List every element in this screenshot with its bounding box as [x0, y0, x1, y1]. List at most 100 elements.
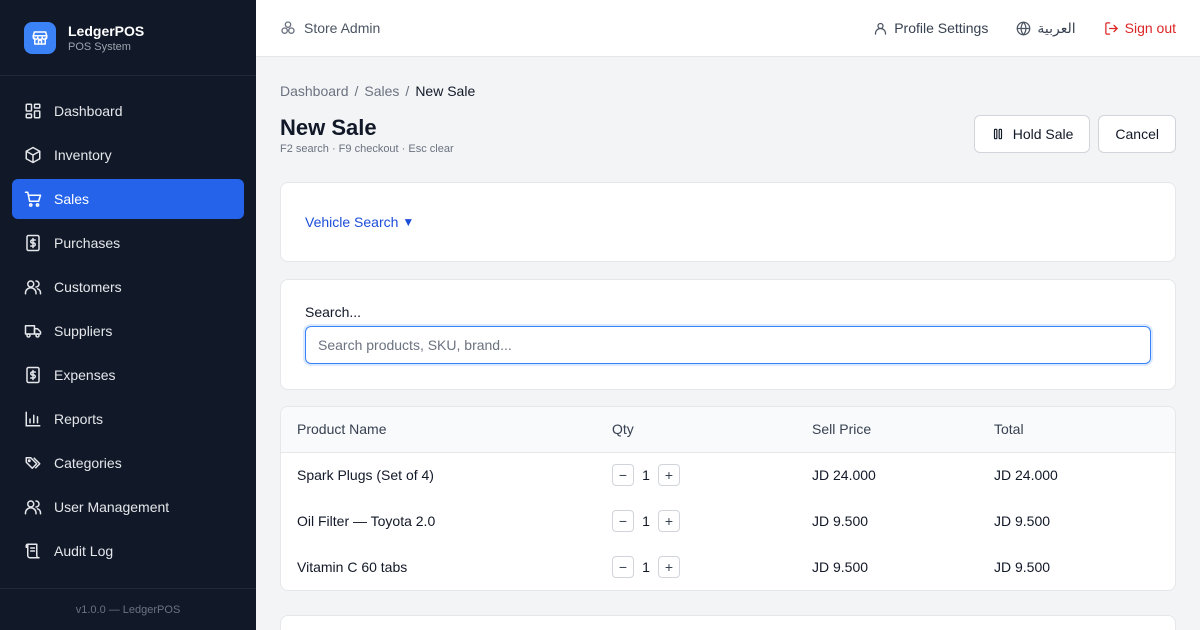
column-header-product: Product Name — [281, 407, 612, 453]
sidebar-item-label: Purchases — [54, 235, 121, 251]
page-header: New Sale F2 search · F9 checkout · Esc c… — [280, 115, 1176, 163]
users-icon — [24, 278, 42, 296]
checkout-panel — [280, 615, 1176, 630]
table-row: Vitamin C 60 tabs − 1 + JD 9.500 JD 9.50… — [281, 544, 1175, 590]
qty-cell: − 1 + — [612, 498, 812, 544]
user-icon — [875, 22, 887, 35]
globe-icon — [1016, 20, 1031, 36]
qty-decrement-button[interactable]: − — [612, 464, 634, 487]
sidebar-item-suppliers[interactable]: Suppliers — [12, 311, 244, 351]
qty-decrement-button[interactable]: − — [612, 510, 634, 532]
cart-icon — [24, 190, 42, 208]
breadcrumb-separator: / — [354, 83, 359, 99]
sidebar-item-label: Audit Log — [54, 543, 114, 559]
dollar-receipt-icon — [24, 234, 42, 252]
sidebar-item-customers[interactable]: Customers — [12, 267, 244, 307]
hold-sale-button[interactable]: Hold Sale — [973, 115, 1091, 153]
product-name: Spark Plugs (Set of 4) — [297, 467, 434, 484]
sidebar-item-dashboard[interactable]: Dashboard — [12, 91, 244, 131]
store-switcher[interactable]: Store Admin — [280, 20, 380, 36]
table-row: Oil Filter — Toyota 2.0 − 1 + JD 9.500 J… — [281, 498, 1175, 544]
dashboard-icon — [24, 102, 42, 120]
breadcrumb-sales[interactable]: Sales — [364, 83, 399, 99]
sell-price: JD 9.500 — [812, 513, 869, 529]
qty-value: 1 — [642, 559, 650, 575]
sidebar-item-label: Expenses — [54, 367, 116, 383]
qty-increment-button[interactable]: + — [658, 464, 680, 487]
column-header-sell-price: Sell Price — [812, 407, 994, 453]
users-icon — [24, 498, 42, 516]
vehicle-search-panel: Vehicle Search ▼ — [280, 182, 1176, 262]
brand-subtitle: POS System — [68, 40, 131, 53]
sell-price: JD 9.500 — [812, 559, 869, 575]
sidebar-item-label: User Management — [54, 499, 170, 515]
dollar-receipt-icon — [24, 366, 42, 384]
pause-icon — [993, 128, 1002, 140]
sell-price: JD 24.000 — [812, 467, 876, 484]
sidebar-item-label: Dashboard — [54, 103, 123, 119]
table-row: Spark Plugs (Set of 4) − 1 + JD 24.000 J… — [281, 452, 1175, 498]
qty-cell: − 1 + — [612, 452, 812, 498]
qty-value: 1 — [642, 513, 650, 529]
sidebar-version: v1.0.0 — LedgerPOS — [0, 588, 256, 630]
product-name: Oil Filter — Toyota 2.0 — [297, 513, 436, 529]
profile-settings-link[interactable]: Profile Settings — [873, 20, 988, 36]
cart-table: Product Name Qty Sell Price Total Spark … — [280, 406, 1176, 591]
sidebar-item-audit-log[interactable]: Audit Log — [12, 531, 244, 571]
sidebar-item-sales[interactable]: Sales — [12, 179, 244, 219]
breadcrumb-dashboard[interactable]: Dashboard — [280, 83, 349, 99]
table-header-row: Product Name Qty Sell Price Total — [281, 407, 1175, 453]
breadcrumb: Dashboard / Sales / New Sale — [280, 83, 1176, 99]
sidebar-nav: Dashboard Inventory Sales Purchases Cust… — [0, 76, 256, 571]
truck-icon — [24, 322, 42, 340]
language-label: العربية — [1037, 19, 1076, 36]
sidebar-item-label: Categories — [54, 455, 122, 471]
box-icon — [24, 146, 42, 164]
product-search-input[interactable] — [305, 326, 1151, 364]
brand-name: LedgerPOS — [68, 22, 145, 39]
scroll-icon — [24, 542, 42, 560]
sign-out-button[interactable]: Sign out — [1104, 20, 1176, 36]
qty-decrement-button[interactable]: − — [612, 556, 634, 578]
store-name: Store Admin — [304, 20, 381, 36]
sidebar-item-expenses[interactable]: Expenses — [12, 355, 244, 395]
store-logo-icon — [24, 21, 56, 54]
store-icon — [281, 21, 295, 34]
sidebar-item-label: Inventory — [54, 147, 112, 163]
sidebar-item-purchases[interactable]: Purchases — [12, 223, 244, 263]
triangle-down-icon: ▼ — [402, 215, 415, 229]
sidebar-item-categories[interactable]: Categories — [12, 443, 244, 483]
sign-out-label: Sign out — [1124, 20, 1176, 36]
search-label: Search... — [305, 304, 362, 320]
main-content: Dashboard / Sales / New Sale New Sale F2… — [256, 57, 1200, 630]
product-name: Vitamin C 60 tabs — [297, 559, 408, 575]
product-search-panel: Search... — [280, 279, 1176, 390]
vehicle-search-label: Vehicle Search — [305, 214, 399, 230]
topbar: Store Admin Profile Settings العربية Sig… — [256, 0, 1200, 57]
logout-icon — [1104, 21, 1118, 35]
sidebar-item-label: Sales — [54, 191, 90, 207]
qty-cell: − 1 + — [612, 544, 812, 590]
sidebar-item-label: Customers — [54, 279, 122, 295]
tags-icon — [24, 454, 42, 472]
line-total: JD 24.000 — [994, 467, 1058, 484]
column-header-total: Total — [994, 407, 1175, 453]
qty-value: 1 — [642, 467, 650, 484]
sidebar-item-user-management[interactable]: User Management — [12, 487, 244, 527]
breadcrumb-current: New Sale — [415, 83, 476, 99]
sidebar-item-label: Reports — [54, 411, 104, 427]
sidebar: LedgerPOS POS System Dashboard Inventory… — [0, 0, 256, 630]
language-toggle[interactable]: العربية — [1016, 19, 1076, 37]
sidebar-item-reports[interactable]: Reports — [12, 399, 244, 439]
breadcrumb-separator: / — [405, 83, 410, 99]
sidebar-item-inventory[interactable]: Inventory — [12, 135, 244, 175]
sidebar-item-label: Suppliers — [54, 323, 113, 339]
column-header-qty: Qty — [612, 407, 812, 453]
qty-increment-button[interactable]: + — [658, 510, 680, 532]
hold-sale-label: Hold Sale — [1012, 126, 1074, 142]
bar-chart-icon — [24, 410, 42, 428]
brand: LedgerPOS POS System — [0, 0, 256, 76]
vehicle-search-toggle[interactable]: Vehicle Search ▼ — [305, 214, 414, 230]
qty-increment-button[interactable]: + — [658, 556, 680, 578]
cancel-button[interactable]: Cancel — [1098, 115, 1176, 153]
